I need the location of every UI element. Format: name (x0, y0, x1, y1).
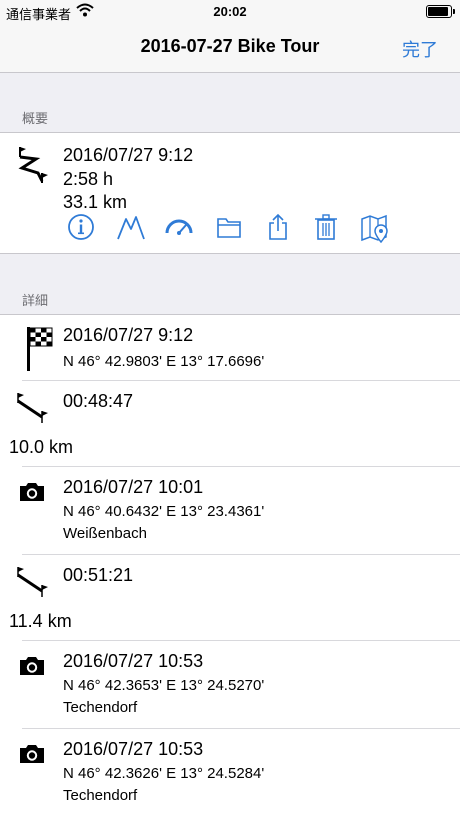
start-date: 2016/07/27 9:12 (63, 325, 194, 345)
summary-distance: 33.1 km (63, 192, 128, 212)
photo-coords: N 46° 42.3626' E 13° 24.5284' (63, 765, 265, 782)
segment-distance: 10.0 km (9, 437, 74, 457)
photo-date: 2016/07/27 10:01 (63, 477, 204, 497)
page-title: 2016-07-27 Bike Tour (140, 36, 320, 56)
info-icon[interactable] (67, 213, 95, 241)
camera-icon (18, 743, 46, 770)
camera-icon (18, 655, 46, 682)
folder-icon[interactable] (215, 213, 243, 241)
photo-place: Techendorf (63, 787, 138, 804)
map-pin-icon[interactable] (360, 213, 388, 244)
segment-duration: 00:51:21 (63, 565, 134, 585)
photo-date: 2016/07/27 10:53 (63, 651, 204, 671)
segment-line-icon (14, 391, 50, 430)
summary-duration: 2:58 h (63, 169, 114, 189)
photo-place: Weißenbach (63, 525, 147, 542)
summary-date: 2016/07/27 9:12 (63, 145, 194, 165)
photo-coords: N 46° 40.6432' E 13° 23.4361' (63, 503, 265, 520)
photo-date: 2016/07/27 10:53 (63, 739, 204, 759)
battery-icon (426, 5, 455, 18)
photo-row[interactable]: 2016/07/27 10:01 N 46° 40.6432' E 13° 23… (0, 467, 460, 554)
start-row[interactable]: 2016/07/27 9:12 N 46° 42.9803' E 13° 17.… (0, 315, 460, 380)
photo-row[interactable]: 2016/07/27 10:53 N 46° 42.3653' E 13° 24… (0, 641, 460, 728)
track-zigzag-icon (14, 143, 50, 192)
segment-line-icon (14, 565, 50, 604)
photo-row[interactable]: 2016/07/27 10:53 N 46° 42.3626' E 13° 24… (0, 729, 460, 816)
checkered-flag-icon (26, 327, 54, 376)
segment-duration: 00:48:47 (63, 391, 134, 411)
segment-distance: 11.4 km (9, 611, 72, 631)
start-coords: N 46° 42.9803' E 13° 17.6696' (63, 353, 265, 370)
photo-place: Techendorf (63, 699, 138, 716)
status-bar: 通信事業者 20:02 (0, 0, 460, 22)
elevation-icon[interactable] (116, 213, 145, 241)
summary-card: 2016/07/27 9:12 2:58 h 33.1 km (0, 132, 460, 254)
details-section-header: 詳細 (22, 293, 49, 308)
summary-section-header: 概要 (22, 111, 49, 126)
trash-icon[interactable] (312, 213, 340, 241)
segment-row[interactable]: 00:51:21 11.4 km (0, 555, 460, 640)
photo-coords: N 46° 42.3653' E 13° 24.5270' (63, 677, 265, 694)
done-button[interactable]: 完了 (402, 36, 438, 62)
details-list: 2016/07/27 9:12 N 46° 42.9803' E 13° 17.… (0, 314, 460, 825)
share-icon[interactable] (264, 213, 292, 241)
segment-row[interactable]: 00:48:47 10.0 km (0, 381, 460, 466)
speedometer-icon[interactable] (164, 213, 193, 241)
clock: 20:02 (213, 4, 247, 19)
navigation-bar: 2016-07-27 Bike Tour 完了 (0, 22, 460, 73)
battery-fill (428, 7, 448, 16)
camera-icon (18, 481, 46, 508)
